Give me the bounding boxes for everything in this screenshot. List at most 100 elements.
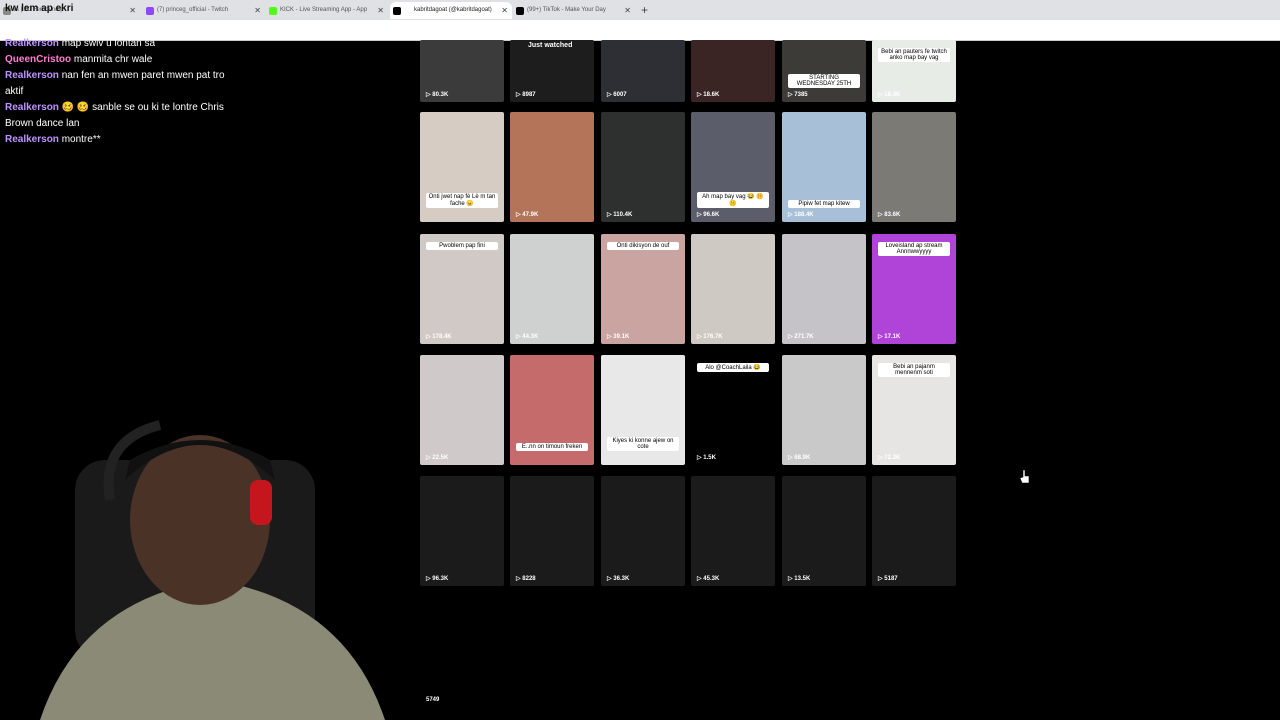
mouse-pointer-icon <box>1020 470 1030 484</box>
close-tab-icon[interactable]: ✕ <box>377 2 384 19</box>
video-views: ▷ 72.3K <box>878 455 901 461</box>
tab-kabritdagoat[interactable]: kabritdagoat (@kabritdagoat) ✕ <box>390 2 512 19</box>
video-thumbnail[interactable]: ▷ 80.3K <box>420 40 504 102</box>
video-views: ▷ 47.9K <box>516 212 539 218</box>
chat-message: Realkerson montre** <box>5 134 101 145</box>
tab-twitch[interactable]: (7) princeg_official - Twitch ✕ <box>143 2 265 19</box>
video-thumbnail[interactable]: ▷ 68.9K <box>782 355 866 465</box>
new-tab-button[interactable]: + <box>641 2 648 18</box>
browser-tab-bar: rs | DJ Ferbound | ✕ (7) princeg_official… <box>0 0 1280 20</box>
video-thumbnail[interactable]: Ah map bay vag 😂 🤫 🤫 ▷ 96.6K <box>691 112 775 222</box>
close-tab-icon[interactable]: ✕ <box>624 2 631 19</box>
video-views: ▷ 8987 <box>516 92 536 98</box>
video-caption: Loveisland ap stream Annnwwyyyy <box>878 242 950 256</box>
video-thumbnail[interactable]: ▷ 45.3K <box>691 476 775 586</box>
chat-message: Realkerson nan fen an mwen paret mwen pa… <box>5 70 225 97</box>
video-views: ▷ 18.6K <box>697 92 720 98</box>
video-views: ▷ 13.5K <box>788 576 811 582</box>
chat-message: Realkerson map swiv u lontan sa <box>5 38 156 49</box>
chat-username: Realkerson <box>5 102 59 113</box>
video-thumbnail[interactable]: Onti dikisyon de ouf ▷ 39.1K <box>601 234 685 344</box>
video-thumbnail[interactable]: ▷ 110.4K <box>601 112 685 222</box>
video-views: ▷ 44.3K <box>516 334 539 340</box>
video-thumbnail[interactable]: Alo @CoachLaila 😂 ▷ 1.5K <box>691 355 775 465</box>
video-thumbnail[interactable]: ▷ 18.6K <box>691 40 775 102</box>
stream-chat: madanm ou an pou tiktok shop la te funny… <box>5 20 235 148</box>
video-thumbnail[interactable]: Bebi an pauters fe twitch anko map bay v… <box>872 40 956 102</box>
close-tab-icon[interactable]: ✕ <box>254 2 261 19</box>
headset-earcup <box>250 480 272 525</box>
video-thumbnail[interactable]: Kiyes ki konne ajew on cote <box>601 355 685 465</box>
video-caption: Kiyes ki konne ajew on cote <box>607 437 679 451</box>
chat-username: Realkerson <box>5 70 59 81</box>
video-thumbnail[interactable]: STARTING WEDNESDAY 25TH ▷ 7385 <box>782 40 866 102</box>
video-thumbnail[interactable]: ▷ 271.7K <box>782 234 866 344</box>
close-tab-icon[interactable]: ✕ <box>501 2 508 19</box>
video-thumbnail[interactable]: ▷ 44.3K <box>510 234 594 344</box>
tiktok-favicon-icon <box>393 7 401 15</box>
video-thumbnail[interactable]: ▷ 96.3K <box>420 476 504 586</box>
video-thumbnail[interactable]: ▷ 13.5K <box>782 476 866 586</box>
tiktok-favicon-icon <box>516 7 524 15</box>
video-caption: Onti dikisyon de ouf <box>607 242 679 250</box>
just-watched-label: Just watched <box>528 42 573 49</box>
video-thumbnail[interactable]: Loveisland ap stream Annnwwyyyy ▷ 17.1K <box>872 234 956 344</box>
video-views: 5749 <box>426 697 440 703</box>
video-thumbnail[interactable]: Pwoblem pap fini ▷ 178.4K <box>420 234 504 344</box>
video-thumbnail[interactable]: ▷ 6007 <box>601 40 685 102</box>
video-thumbnail[interactable]: ▷ 36.3K <box>601 476 685 586</box>
video-caption: Alo @CoachLaila 😂 <box>697 363 769 372</box>
twitch-favicon-icon <box>146 7 154 15</box>
chat-message: QueenCristoo manmita chr wale <box>5 54 153 65</box>
tab-tiktok[interactable]: (99+) TikTok - Make Your Day ✕ <box>513 2 635 19</box>
chat-message: madanm ou an pou tiktok shop la te funny… <box>5 22 202 33</box>
video-caption: Bebi an pajanm mennenm soti <box>878 363 950 377</box>
tab-kick[interactable]: KICK - Live Streaming App - App ✕ <box>266 2 388 19</box>
streamer-webcam <box>40 420 385 720</box>
kick-favicon-icon <box>269 7 277 15</box>
video-views: ▷ 96.6K <box>697 212 720 218</box>
close-tab-icon[interactable]: ✕ <box>129 2 136 19</box>
video-views: ▷ 7385 <box>788 92 808 98</box>
video-views: ▷ 22.5K <box>426 455 449 461</box>
video-thumbnail[interactable]: ▷ 8228 <box>510 476 594 586</box>
chat-message: Realkerson 🥴 🥴 sanble se ou ki te lontre… <box>5 102 224 129</box>
video-thumbnail[interactable]: ▷ 22.5K <box>420 355 504 465</box>
video-views: ▷ 6007 <box>607 92 627 98</box>
video-thumbnail[interactable]: ▷ 8987 <box>510 40 594 102</box>
video-thumbnail[interactable]: E..nn on timoun freken <box>510 355 594 465</box>
video-thumbnail[interactable]: ▷ 176.7K <box>691 234 775 344</box>
video-thumbnail[interactable]: Pipiw fet map kitew ▷ 188.4K <box>782 112 866 222</box>
video-views: ▷ 18.4K <box>878 92 901 98</box>
video-views: ▷ 39.1K <box>607 334 630 340</box>
video-caption: Onti jwet nap fè Lè m tan fache 😠 <box>426 193 498 208</box>
video-caption: E..nn on timoun freken <box>516 443 588 451</box>
video-views: ▷ 5187 <box>878 576 898 582</box>
video-views: ▷ 68.9K <box>788 455 811 461</box>
video-thumbnail[interactable]: ▷ 5187 <box>872 476 956 586</box>
video-views: ▷ 178.4K <box>426 334 452 340</box>
video-views: ▷ 96.3K <box>426 576 449 582</box>
chat-username: QueenCristoo <box>5 54 72 65</box>
video-caption: Ah map bay vag 😂 🤫 🤫 <box>697 192 769 208</box>
streamer-face <box>130 435 270 605</box>
video-views: ▷ 271.7K <box>788 334 814 340</box>
video-caption: Bebi an pauters fe twitch anko map bay v… <box>878 48 950 62</box>
video-views: ▷ 17.1K <box>878 334 901 340</box>
video-thumbnail[interactable]: ▷ 83.6K <box>872 112 956 222</box>
video-thumbnail[interactable]: Bebi an pajanm mennenm soti ▷ 72.3K <box>872 355 956 465</box>
video-caption: STARTING WEDNESDAY 25TH <box>788 74 860 88</box>
chat-username: Realkerson <box>5 38 59 49</box>
video-views: ▷ 1.5K <box>697 455 716 461</box>
video-views: ▷ 45.3K <box>697 576 720 582</box>
video-views: ▷ 110.4K <box>607 212 633 218</box>
video-views: ▷ 188.4K <box>788 212 814 218</box>
stream-overlay-title: kw lem ap ekri <box>5 3 74 14</box>
video-views: ▷ 36.3K <box>607 576 630 582</box>
video-thumbnail[interactable]: ▷ 47.9K <box>510 112 594 222</box>
video-views: ▷ 80.3K <box>426 92 449 98</box>
video-thumbnail[interactable]: Onti jwet nap fè Lè m tan fache 😠 <box>420 112 504 222</box>
chat-username: Realkerson <box>5 134 59 145</box>
video-caption: Pipiw fet map kitew <box>788 200 860 208</box>
video-views: ▷ 8228 <box>516 576 536 582</box>
